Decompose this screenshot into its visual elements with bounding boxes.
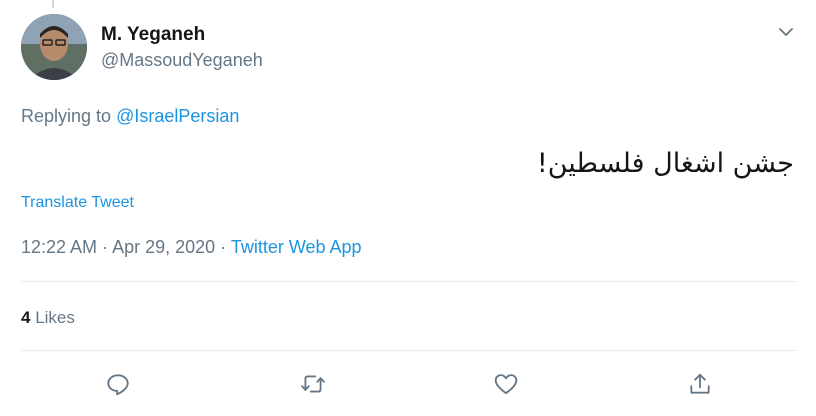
tweet-source-link[interactable]: Twitter Web App <box>231 237 362 257</box>
tweet-time[interactable]: 12:22 AM <box>21 237 97 257</box>
heart-icon[interactable] <box>491 369 521 399</box>
retweet-icon[interactable] <box>298 369 328 399</box>
avatar-image <box>21 14 87 80</box>
meta-separator: · <box>215 237 231 257</box>
user-handle[interactable]: @MassoudYeganeh <box>101 50 263 71</box>
likes-label: Likes <box>30 308 75 327</box>
thread-connector-line <box>52 0 54 8</box>
chevron-down-icon[interactable] <box>774 20 798 44</box>
divider <box>21 281 796 282</box>
likes-count[interactable]: 4 Likes <box>21 308 75 328</box>
avatar[interactable] <box>21 14 87 80</box>
replying-to: Replying to @IsraelPersian <box>21 106 239 127</box>
share-icon[interactable] <box>685 369 715 399</box>
display-name[interactable]: M. Yeganeh <box>101 24 205 46</box>
translate-tweet-link[interactable]: Translate Tweet <box>21 194 134 212</box>
tweet-date[interactable]: Apr 29, 2020 <box>112 237 215 257</box>
replying-prefix: Replying to <box>21 106 117 126</box>
replying-to-handle-link[interactable]: @IsraelPersian <box>116 106 239 126</box>
tweet-text: جشن اشغال فلسطین! <box>536 148 794 179</box>
divider <box>21 350 796 351</box>
tweet-metadata: 12:22 AM · Apr 29, 2020 · Twitter Web Ap… <box>21 237 362 258</box>
reply-icon[interactable] <box>103 369 133 399</box>
meta-separator: · <box>97 237 113 257</box>
